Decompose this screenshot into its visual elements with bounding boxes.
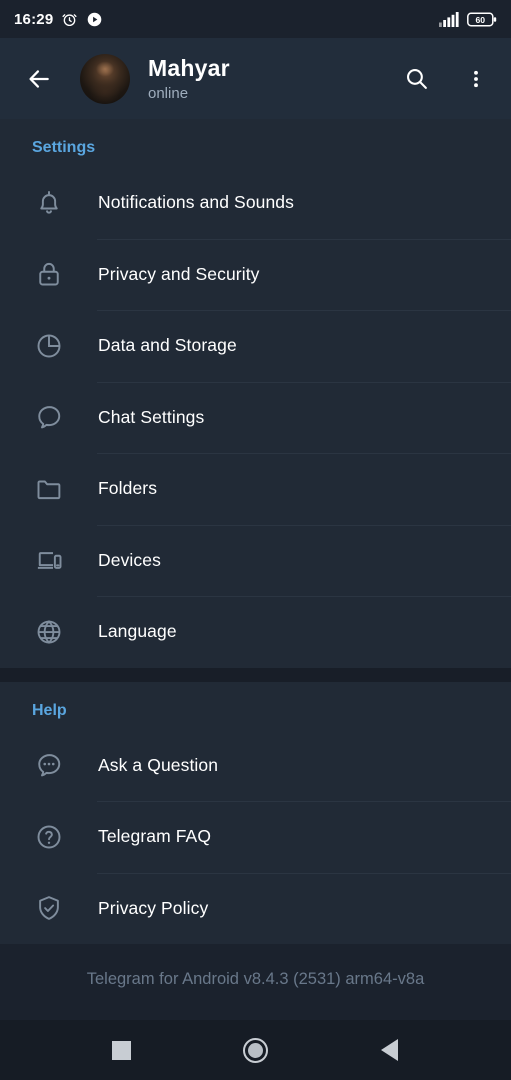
devices-icon bbox=[26, 545, 72, 575]
sidebar-item-label: Data and Storage bbox=[98, 335, 237, 356]
telegram-settings-screen: 16:29 60 Mahyar online Settings Notifica… bbox=[0, 0, 511, 1080]
version-text: Telegram for Android v8.4.3 (2531) arm64… bbox=[86, 970, 425, 988]
square-icon bbox=[112, 1040, 131, 1060]
avatar[interactable] bbox=[80, 53, 130, 104]
battery-icon: 60 bbox=[467, 12, 497, 27]
circle-icon bbox=[243, 1037, 268, 1063]
bell-icon bbox=[26, 188, 72, 218]
recents-button[interactable] bbox=[100, 1028, 144, 1072]
sidebar-item-label: Ask a Question bbox=[98, 754, 219, 775]
help-section: Help Ask a Question Telegram FAQ Privacy… bbox=[0, 681, 511, 945]
settings-section: Settings Notifications and Sounds Privac… bbox=[0, 119, 511, 668]
chat-ellipsis-icon bbox=[26, 750, 72, 780]
svg-text:60: 60 bbox=[476, 15, 486, 25]
sidebar-item-privacy-security[interactable]: Privacy and Security bbox=[0, 238, 511, 311]
page-title: Mahyar bbox=[148, 55, 230, 82]
app-header: Mahyar online bbox=[0, 38, 511, 119]
sidebar-item-label: Privacy and Security bbox=[98, 263, 260, 284]
question-circle-icon bbox=[26, 822, 72, 852]
back-button[interactable] bbox=[22, 62, 56, 96]
sidebar-item-devices[interactable]: Devices bbox=[0, 524, 511, 597]
sidebar-item-privacy-policy[interactable]: Privacy Policy bbox=[0, 872, 511, 945]
pie-chart-icon bbox=[26, 331, 72, 361]
nav-back-button[interactable] bbox=[368, 1028, 412, 1072]
shield-check-icon bbox=[26, 893, 72, 923]
sidebar-item-data-storage[interactable]: Data and Storage bbox=[0, 310, 511, 382]
sidebar-item-label: Devices bbox=[98, 549, 161, 570]
signal-bars-icon bbox=[439, 11, 459, 27]
sidebar-item-language[interactable]: Language bbox=[0, 596, 511, 668]
sidebar-item-telegram-faq[interactable]: Telegram FAQ bbox=[0, 801, 511, 873]
settings-section-title: Settings bbox=[32, 139, 96, 156]
sidebar-item-ask-a-question[interactable]: Ask a Question bbox=[0, 730, 511, 802]
home-button[interactable] bbox=[234, 1028, 278, 1072]
lock-icon bbox=[26, 259, 72, 289]
search-button[interactable] bbox=[399, 62, 433, 96]
settings-scroll-body[interactable]: Settings Notifications and Sounds Privac… bbox=[0, 119, 511, 1020]
section-divider bbox=[0, 667, 511, 682]
alarm-icon bbox=[61, 11, 78, 28]
globe-icon bbox=[26, 617, 72, 647]
sidebar-item-notifications[interactable]: Notifications and Sounds bbox=[0, 167, 511, 239]
sidebar-item-label: Privacy Policy bbox=[98, 897, 209, 918]
play-circle-icon bbox=[86, 11, 103, 28]
folder-icon bbox=[26, 474, 72, 504]
status-bar-right: 60 bbox=[439, 11, 497, 27]
header-actions bbox=[399, 62, 493, 96]
header-title-block: Mahyar online bbox=[148, 55, 230, 102]
chat-bubble-icon bbox=[26, 402, 72, 432]
android-nav-bar bbox=[0, 1020, 511, 1080]
back-arrow-icon bbox=[26, 66, 52, 92]
sidebar-item-label: Language bbox=[98, 621, 177, 642]
sidebar-item-label: Telegram FAQ bbox=[98, 826, 212, 847]
status-bar-left: 16:29 bbox=[14, 11, 103, 28]
version-footer: Telegram for Android v8.4.3 (2531) arm64… bbox=[0, 944, 511, 1019]
overflow-menu-icon bbox=[465, 68, 487, 90]
search-icon bbox=[404, 66, 429, 91]
sidebar-item-label: Folders bbox=[98, 478, 158, 499]
help-section-title: Help bbox=[32, 701, 67, 719]
online-status: online bbox=[148, 84, 189, 102]
status-bar-clock: 16:29 bbox=[14, 10, 54, 28]
sidebar-item-chat-settings[interactable]: Chat Settings bbox=[0, 381, 511, 454]
sidebar-item-label: Notifications and Sounds bbox=[98, 192, 294, 213]
status-bar: 16:29 60 bbox=[0, 0, 511, 38]
triangle-back-icon bbox=[381, 1039, 398, 1061]
overflow-menu-button[interactable] bbox=[459, 62, 493, 96]
sidebar-item-label: Chat Settings bbox=[98, 406, 205, 427]
sidebar-item-folders[interactable]: Folders bbox=[0, 453, 511, 525]
